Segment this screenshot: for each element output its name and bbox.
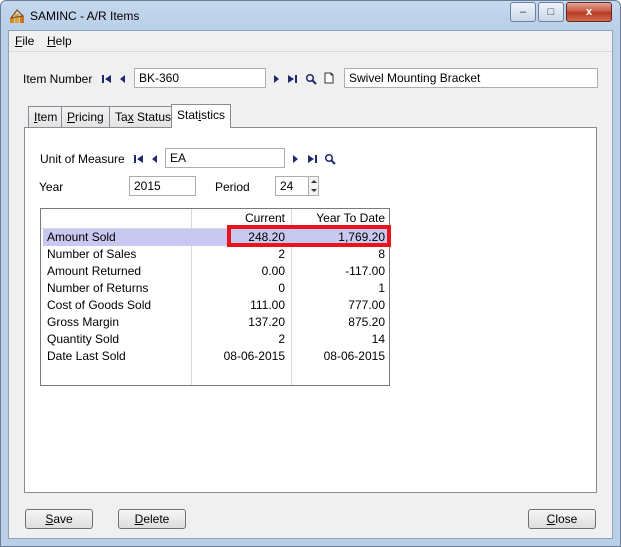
search-icon[interactable] xyxy=(324,153,336,165)
menu-bar: File Help xyxy=(9,31,612,52)
row-ytd-value[interactable]: 777.00 xyxy=(293,297,385,314)
row-current-value[interactable]: 111.00 xyxy=(193,297,285,314)
row-label[interactable]: Cost of Goods Sold xyxy=(47,297,187,314)
tab-pricing-label: ricing xyxy=(75,110,104,124)
save-label: ave xyxy=(53,512,73,526)
chevron-up-icon[interactable] xyxy=(311,179,317,184)
last-record-icon[interactable] xyxy=(306,153,318,165)
previous-record-icon[interactable] xyxy=(149,153,161,165)
row-ytd-value[interactable]: -117.00 xyxy=(293,263,385,280)
row-current-value[interactable]: 2 xyxy=(193,246,285,263)
year-field[interactable]: 2015 xyxy=(129,176,196,196)
statistics-panel: Unit of Measure EA Year 2015 Period 24 C… xyxy=(24,127,597,493)
minimize-icon: – xyxy=(519,6,527,18)
next-record-icon[interactable] xyxy=(270,73,282,85)
row-current-value[interactable]: 08-06-2015 xyxy=(193,348,285,365)
tab-pricing[interactable]: Pricing xyxy=(61,106,110,127)
period-field[interactable]: 24 xyxy=(275,176,309,196)
first-record-icon[interactable] xyxy=(133,153,145,165)
row-ytd-value[interactable]: 1 xyxy=(293,280,385,297)
close-label: lose xyxy=(555,512,578,526)
row-label[interactable]: Amount Sold xyxy=(47,229,187,246)
delete-button[interactable]: Delete xyxy=(118,509,186,529)
first-record-icon[interactable] xyxy=(101,73,113,85)
row-label[interactable]: Gross Margin xyxy=(47,314,187,331)
row-ytd-value[interactable]: 08-06-2015 xyxy=(293,348,385,365)
close-icon: x xyxy=(585,6,593,18)
chevron-down-icon[interactable] xyxy=(311,188,317,193)
close-window-button[interactable]: x xyxy=(566,2,612,22)
tab-tax-status[interactable]: Tax Status xyxy=(109,106,178,127)
app-window: SAMINC - A/R Items – □ x File Help Item … xyxy=(0,0,621,547)
client-area: File Help Item Number BK-360 Swivel Moun… xyxy=(8,30,613,539)
row-current-value[interactable]: 2 xyxy=(193,331,285,348)
row-current-value[interactable]: 0 xyxy=(193,280,285,297)
menu-file-label: ile xyxy=(22,34,35,48)
statistics-grid[interactable]: Current Year To Date Amount Sold 248.20 1,… xyxy=(40,208,391,386)
last-record-icon[interactable] xyxy=(286,73,298,85)
maximize-button[interactable]: □ xyxy=(538,2,564,22)
row-current-value[interactable]: 0.00 xyxy=(193,263,285,280)
tab-item-label: tem xyxy=(37,110,58,124)
close-button[interactable]: Close xyxy=(528,509,596,529)
window-title: SAMINC - A/R Items xyxy=(30,9,140,23)
row-label[interactable]: Number of Returns xyxy=(47,280,187,297)
previous-record-icon[interactable] xyxy=(117,73,129,85)
tab-statistics-label: stics xyxy=(201,108,226,122)
period-stepper[interactable] xyxy=(308,176,319,196)
row-current-value[interactable]: 137.20 xyxy=(193,314,285,331)
tab-pricing-accel: P xyxy=(67,110,76,124)
next-record-icon[interactable] xyxy=(289,153,301,165)
app-icon xyxy=(9,9,25,23)
row-ytd-value[interactable]: 8 xyxy=(293,246,385,263)
tab-statistics[interactable]: Statistics xyxy=(171,104,232,128)
item-number-field[interactable]: BK-360 xyxy=(134,68,266,88)
row-label[interactable]: Quantity Sold xyxy=(47,331,187,348)
delete-accel: D xyxy=(134,512,144,526)
maximize-icon: □ xyxy=(547,6,555,18)
tab-item[interactable]: Item xyxy=(28,106,64,127)
title-bar[interactable]: SAMINC - A/R Items – □ x xyxy=(1,1,620,31)
menu-file[interactable]: File xyxy=(15,34,34,48)
tab-tax-label: Status xyxy=(133,110,172,124)
unit-of-measure-label: Unit of Measure xyxy=(40,152,125,166)
search-icon[interactable] xyxy=(305,73,317,85)
save-button[interactable]: Save xyxy=(25,509,93,529)
item-description-field[interactable]: Swivel Mounting Bracket xyxy=(344,68,598,88)
year-label: Year xyxy=(39,180,64,194)
tab-tax-pre: Ta xyxy=(115,110,128,124)
period-label: Period xyxy=(215,180,250,194)
minimize-button[interactable]: – xyxy=(510,2,536,22)
menu-help-label: elp xyxy=(55,34,72,48)
menu-help-accel: H xyxy=(47,34,56,48)
row-label[interactable]: Date Last Sold xyxy=(47,348,187,365)
new-document-icon[interactable] xyxy=(323,72,335,84)
menu-help[interactable]: Help xyxy=(47,34,72,48)
row-ytd-value[interactable]: 875.20 xyxy=(293,314,385,331)
row-label[interactable]: Number of Sales xyxy=(47,246,187,263)
unit-of-measure-field[interactable]: EA xyxy=(165,148,285,168)
annotation-highlight-box xyxy=(227,225,391,247)
delete-label: elete xyxy=(143,512,170,526)
item-number-label: Item Number xyxy=(23,72,93,86)
tab-statistics-pre: Stat xyxy=(177,108,199,122)
row-ytd-value[interactable]: 14 xyxy=(293,331,385,348)
row-label[interactable]: Amount Returned xyxy=(47,263,187,280)
